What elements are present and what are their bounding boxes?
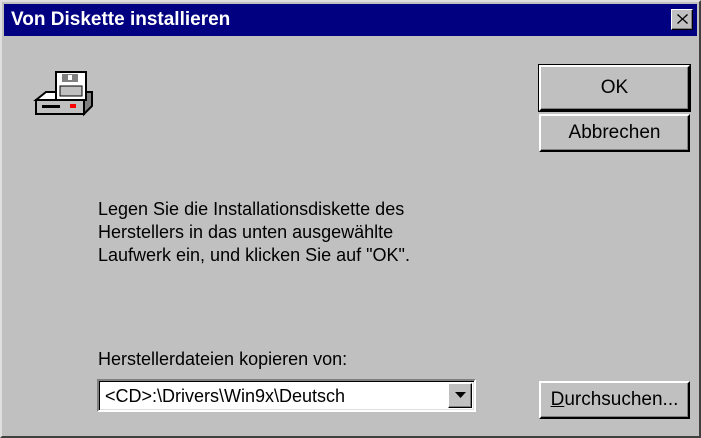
title-bar: Von Diskette installieren	[4, 4, 697, 36]
close-icon	[677, 14, 688, 24]
instruction-line-1: Legen Sie die Installationsdiskette des	[98, 199, 405, 219]
install-from-disk-dialog: Von Diskette installieren OK Abbrechen L…	[0, 0, 701, 438]
floppy-drive-icon	[33, 71, 93, 117]
close-button[interactable]	[671, 9, 693, 30]
chevron-down-icon	[455, 392, 466, 398]
copy-from-value[interactable]: <CD>:\Drivers\Win9x\Deutsch	[105, 385, 345, 407]
browse-mnemonic: D	[550, 389, 565, 410]
instruction-line-2: Herstellers in das unten ausgewählte	[98, 222, 394, 242]
dropdown-button[interactable]	[448, 383, 472, 408]
browse-label-rest: urchsuchen...	[564, 389, 679, 410]
browse-button[interactable]: Durchsuchen...	[539, 381, 690, 419]
cancel-button[interactable]: Abbrechen	[539, 114, 690, 152]
ok-button[interactable]: OK	[538, 64, 691, 112]
copy-from-combobox[interactable]: <CD>:\Drivers\Win9x\Deutsch	[97, 379, 476, 412]
window-title: Von Diskette installieren	[11, 9, 231, 30]
copy-from-label: Herstellerdateien kopieren von:	[98, 349, 348, 369]
instruction-line-3: Laufwerk ein, und klicken Sie auf "OK".	[98, 245, 410, 265]
instruction-text: Legen Sie die Installationsdiskette des …	[98, 198, 498, 267]
